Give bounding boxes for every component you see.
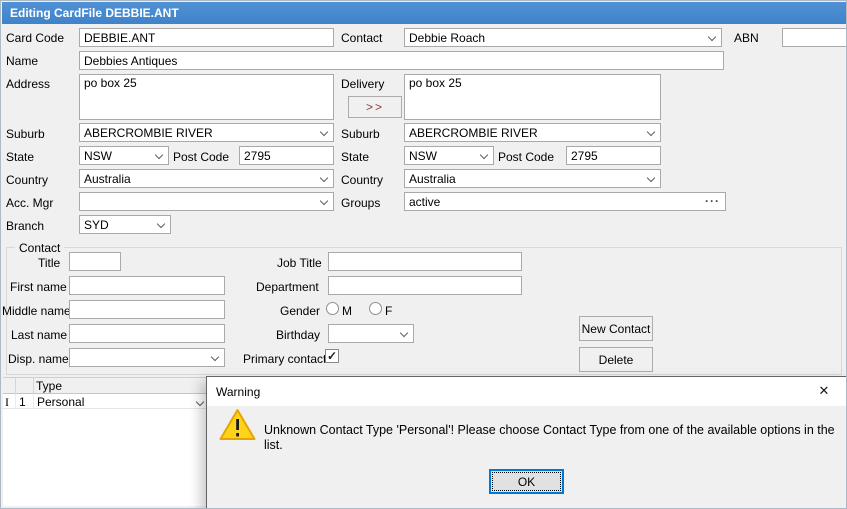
job-title-input[interactable] <box>328 252 522 271</box>
window-title: Editing CardFile DEBBIE.ANT <box>10 6 179 20</box>
disp-name-label: Disp. name <box>8 352 69 366</box>
groups-value: active <box>409 195 441 209</box>
groups-field[interactable]: active ··· <box>404 192 726 211</box>
close-icon[interactable]: ✕ <box>802 377 846 405</box>
window-titlebar: Editing CardFile DEBBIE.ANT <box>2 2 846 24</box>
last-name-label: Last name <box>11 328 68 342</box>
grid-header-indicator-cell <box>3 378 16 394</box>
chevron-down-icon <box>479 150 489 160</box>
gender-male-label: M <box>342 304 352 318</box>
delivery-suburb-label: Suburb <box>341 127 380 141</box>
delivery-country-label: Country <box>341 173 384 187</box>
name-label: Name <box>6 54 39 68</box>
gender-male-radio[interactable] <box>326 302 339 315</box>
delivery-state-value: NSW <box>409 149 437 163</box>
branch-value: SYD <box>84 218 109 232</box>
cardfile-window: Editing CardFile DEBBIE.ANT Card Code Co… <box>0 0 847 509</box>
state-value: NSW <box>84 149 112 163</box>
department-input[interactable] <box>328 276 522 295</box>
delivery-suburb-combo[interactable]: ABERCROMBIE RIVER <box>404 123 661 142</box>
suburb-label: Suburb <box>6 127 45 141</box>
country-label: Country <box>6 173 49 187</box>
state-label: State <box>6 150 35 164</box>
acc-mgr-label: Acc. Mgr <box>6 196 54 210</box>
title-label: Title <box>38 256 61 270</box>
abn-input[interactable] <box>782 28 846 47</box>
branch-combo[interactable]: SYD <box>79 215 171 234</box>
gender-female-radio[interactable] <box>369 302 382 315</box>
delivery-state-label: State <box>341 150 370 164</box>
contact-value: Debbie Roach <box>409 31 486 45</box>
chevron-down-icon <box>156 219 166 229</box>
country-combo[interactable]: Australia <box>79 169 334 188</box>
delivery-country-value: Australia <box>409 172 456 186</box>
chevron-down-icon <box>319 196 329 206</box>
warning-message: Unknown Contact Type 'Personal'! Please … <box>264 423 835 452</box>
contact-label: Contact <box>341 31 383 45</box>
last-name-input[interactable] <box>69 324 225 343</box>
chevron-down-icon <box>646 127 656 137</box>
delivery-suburb-value: ABERCROMBIE RIVER <box>409 126 538 140</box>
warning-dialog-titlebar: Warning ✕ <box>207 377 846 406</box>
name-input[interactable] <box>79 51 724 70</box>
delivery-post-code-input[interactable] <box>566 146 661 165</box>
card-code-label: Card Code <box>6 31 65 45</box>
middle-name-input[interactable] <box>69 300 225 319</box>
branch-label: Branch <box>6 219 45 233</box>
acc-mgr-combo[interactable] <box>79 192 334 211</box>
abn-label: ABN <box>734 31 759 45</box>
contact-combo[interactable]: Debbie Roach <box>404 28 722 47</box>
contact-groupbox-legend: Contact <box>15 241 65 255</box>
grid-header-number-cell <box>16 378 34 394</box>
warning-triangle-icon <box>219 409 256 440</box>
groups-label: Groups <box>341 196 381 210</box>
post-code-input[interactable] <box>239 146 334 165</box>
delivery-post-code-label: Post Code <box>498 150 555 164</box>
chevron-down-icon <box>707 32 717 42</box>
first-name-input[interactable] <box>69 276 225 295</box>
warning-dialog-title: Warning <box>216 385 261 399</box>
delivery-state-combo[interactable]: NSW <box>404 146 494 165</box>
suburb-combo[interactable]: ABERCROMBIE RIVER <box>79 123 334 142</box>
gender-label: Gender <box>280 304 321 318</box>
delivery-textarea[interactable]: po box 25 <box>404 74 661 120</box>
title-input[interactable] <box>69 252 121 271</box>
first-name-label: First name <box>10 280 67 294</box>
chevron-down-icon <box>319 127 329 137</box>
chevron-down-icon <box>154 150 164 160</box>
ok-button[interactable]: OK <box>489 469 564 494</box>
copy-address-button[interactable]: >> <box>348 96 402 118</box>
disp-name-combo[interactable] <box>69 348 225 367</box>
state-combo[interactable]: NSW <box>79 146 169 165</box>
suburb-value: ABERCROMBIE RIVER <box>84 126 213 140</box>
new-contact-button[interactable]: New Contact <box>579 316 653 341</box>
delivery-label: Delivery <box>341 77 385 91</box>
card-code-input[interactable] <box>79 28 334 47</box>
gender-female-label: F <box>385 304 393 318</box>
address-label: Address <box>6 77 51 91</box>
chevron-down-icon <box>319 173 329 183</box>
job-title-label: Job Title <box>277 256 322 270</box>
birthday-combo[interactable] <box>328 324 414 343</box>
warning-dialog: Warning ✕ Unknown Contact Type 'Personal… <box>206 376 846 508</box>
checkmark-icon: ✓ <box>326 349 338 363</box>
address-textarea[interactable]: po box 25 <box>79 74 334 120</box>
chevron-down-icon <box>210 352 220 362</box>
chevron-down-icon <box>399 328 409 338</box>
post-code-label: Post Code <box>173 150 230 164</box>
ellipsis-icon[interactable]: ··· <box>705 194 720 208</box>
middle-name-label: Middle name <box>2 304 71 318</box>
row-indicator-icon: I <box>3 394 16 409</box>
delete-button[interactable]: Delete <box>579 347 653 372</box>
country-value: Australia <box>84 172 131 186</box>
primary-contact-label: Primary contact <box>243 352 327 366</box>
birthday-label: Birthday <box>276 328 321 342</box>
primary-contact-checkbox[interactable]: ✓ <box>325 349 339 363</box>
delivery-country-combo[interactable]: Australia <box>404 169 661 188</box>
row-number-cell: 1 <box>16 394 34 409</box>
department-label: Department <box>256 280 319 294</box>
chevron-down-icon <box>646 173 656 183</box>
